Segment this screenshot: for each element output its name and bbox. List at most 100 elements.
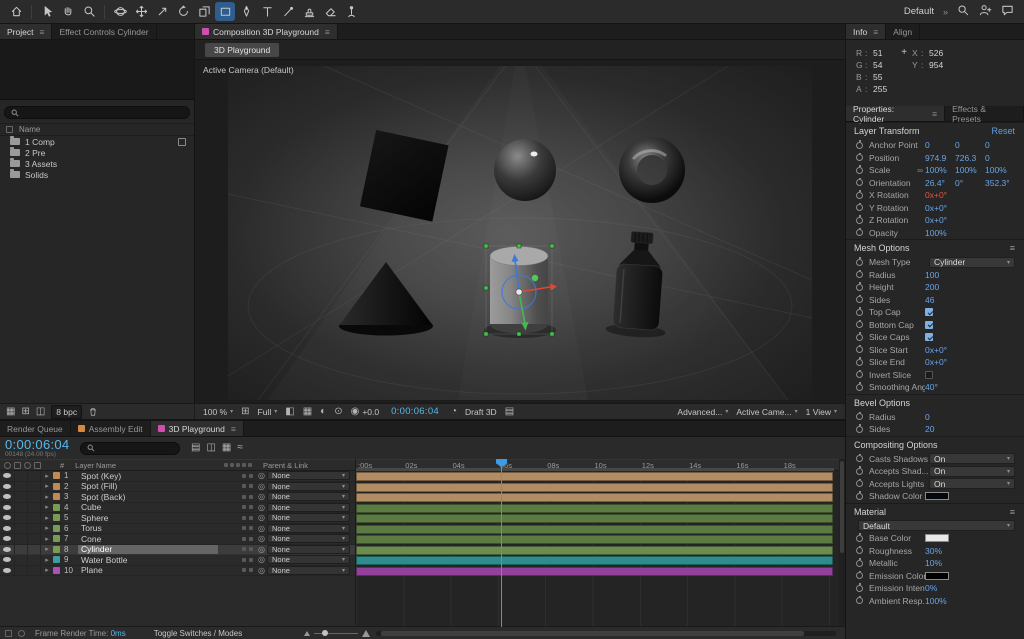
transform-row[interactable]: Anchor Point ∞ 0 0 0: [846, 139, 1024, 152]
lock-toggle[interactable]: [28, 566, 41, 576]
layer-switches[interactable]: [218, 516, 256, 520]
project-item[interactable]: Solids: [0, 169, 194, 180]
timeline-vertical-scrollbar[interactable]: [839, 459, 845, 626]
layer-name[interactable]: Cylinder: [78, 545, 218, 555]
lock-toggle[interactable]: [28, 545, 41, 555]
expand-arrow-icon[interactable]: ▸: [41, 493, 53, 501]
lock-toggle[interactable]: [28, 482, 41, 492]
visibility-toggle[interactable]: [0, 492, 15, 502]
layer-duration-bar[interactable]: [356, 514, 833, 523]
layer-switches[interactable]: [218, 568, 256, 572]
project-search-input[interactable]: [23, 108, 183, 117]
stopwatch-icon[interactable]: [856, 413, 863, 420]
work-area-bar[interactable]: [356, 468, 834, 471]
lock-toggle[interactable]: [28, 534, 41, 544]
property-value[interactable]: 100%: [925, 165, 955, 175]
camera-view-dropdown[interactable]: Active Came...▾: [736, 407, 797, 417]
panel-tab[interactable]: Project ≡: [0, 24, 52, 39]
lock-toggle[interactable]: [28, 555, 41, 565]
panel-tab[interactable]: Properties: Cylinder ≡: [846, 106, 945, 121]
pick-whip-icon[interactable]: ◎: [256, 555, 267, 564]
rotate-tool-icon[interactable]: [173, 2, 193, 21]
panel-tab[interactable]: Info ≡: [846, 24, 886, 39]
panel-menu-icon[interactable]: ≡: [932, 109, 937, 119]
project-item[interactable]: 2 Pre: [0, 147, 194, 158]
layer-name[interactable]: Spot (Back): [78, 492, 218, 502]
expand-arrow-icon[interactable]: ▸: [41, 472, 53, 480]
workspace-selector[interactable]: Default: [904, 6, 934, 17]
label-color-chip[interactable]: [53, 483, 60, 490]
pick-whip-icon[interactable]: ◎: [256, 503, 267, 512]
magnification-dropdown[interactable]: 100 %▾: [203, 407, 233, 417]
snapshot-icon[interactable]: ◔: [451, 407, 457, 417]
stopwatch-icon[interactable]: [856, 229, 863, 236]
stopwatch-icon[interactable]: [856, 585, 863, 592]
resolution-dropdown[interactable]: Full▾: [258, 407, 278, 417]
audio-toggle[interactable]: [15, 513, 28, 523]
pick-whip-icon[interactable]: ◎: [256, 566, 267, 575]
property-value[interactable]: 100%: [925, 228, 955, 238]
stopwatch-icon[interactable]: [856, 284, 863, 291]
layer-row[interactable]: ▸ 5 Sphere ◎ None▾: [0, 513, 355, 524]
section-menu-icon[interactable]: ≡: [1010, 507, 1015, 517]
stopwatch-icon[interactable]: [856, 346, 863, 353]
layer-switches[interactable]: [218, 495, 256, 499]
stopwatch-icon[interactable]: [856, 597, 863, 604]
label-color-chip[interactable]: [53, 504, 60, 511]
region-of-interest-icon[interactable]: ◧: [285, 407, 294, 417]
stopwatch-icon[interactable]: [856, 455, 863, 462]
visibility-toggle[interactable]: [0, 566, 15, 576]
property-value[interactable]: 0: [925, 412, 955, 422]
rectangle-tool-icon[interactable]: [215, 2, 235, 21]
layer-switches[interactable]: [218, 547, 256, 551]
panel-tab[interactable]: Effects & Presets ≡: [945, 106, 1024, 121]
layer-duration-bar[interactable]: [356, 567, 833, 576]
label-color-chip[interactable]: [53, 567, 60, 574]
audio-toggle[interactable]: [15, 503, 28, 513]
puppet-pin-tool-icon[interactable]: [341, 2, 361, 21]
renderer-dropdown[interactable]: Advanced...▾: [677, 407, 728, 417]
clone-stamp-tool-icon[interactable]: [299, 2, 319, 21]
timeline-tab[interactable]: 3D Playground ≡: [151, 421, 244, 436]
share-user-icon[interactable]: [979, 4, 992, 19]
layer-duration-bar[interactable]: [356, 556, 833, 565]
pick-whip-icon[interactable]: ◎: [256, 482, 267, 491]
section-menu-icon[interactable]: ≡: [1010, 243, 1015, 253]
timeline-graph-area[interactable]: :00s02s04s06s08s10s12s14s16s18s: [355, 459, 839, 627]
layer-row[interactable]: ▸ 3 Spot (Back) ◎ None▾: [0, 492, 355, 503]
pen-tool-icon[interactable]: [236, 2, 256, 21]
expand-arrow-icon[interactable]: ▸: [41, 535, 53, 543]
layer-name[interactable]: Plane: [78, 566, 218, 576]
layer-row[interactable]: ▸ 8 Cylinder ◎ None▾: [0, 545, 355, 556]
project-search[interactable]: [4, 106, 190, 119]
stopwatch-icon[interactable]: [856, 384, 863, 391]
property-value[interactable]: 46: [925, 295, 955, 305]
timeline-search-input[interactable]: [99, 444, 173, 453]
layer-name[interactable]: Water Bottle: [78, 555, 218, 565]
base-color-swatch[interactable]: [925, 534, 949, 542]
top-cap-checkbox[interactable]: [925, 308, 933, 316]
audio-toggle[interactable]: [15, 566, 28, 576]
renderer-icon[interactable]: ▤: [505, 407, 514, 417]
composition-canvas[interactable]: [228, 66, 812, 400]
stopwatch-icon[interactable]: [856, 259, 863, 266]
audio-toggle[interactable]: [15, 545, 28, 555]
layer-row[interactable]: ▸ 9 Water Bottle ◎ None▾: [0, 555, 355, 566]
parent-dropdown[interactable]: None▾: [267, 545, 350, 554]
expand-arrow-icon[interactable]: ▸: [41, 545, 53, 553]
layer-row[interactable]: ▸ 6 Torus ◎ None▾: [0, 524, 355, 535]
composition-viewer[interactable]: Active Camera (Default): [195, 60, 845, 403]
property-value[interactable]: 0: [985, 140, 1015, 150]
layer-row[interactable]: ▸ 2 Spot (Fill) ◎ None▾: [0, 482, 355, 493]
render-automation-icon[interactable]: [5, 630, 12, 637]
layer-row[interactable]: ▸ 4 Cube ◎ None▾: [0, 503, 355, 514]
stopwatch-icon[interactable]: [856, 217, 863, 224]
zoom-in-icon[interactable]: [362, 630, 370, 637]
layer-row[interactable]: ▸ 1 Spot (Key) ◎ None▾: [0, 471, 355, 482]
link-icon[interactable]: ∞: [917, 166, 923, 175]
layer-duration-bar[interactable]: [356, 472, 833, 481]
layer-duration-bar[interactable]: [356, 525, 833, 534]
layer-name[interactable]: Torus: [78, 524, 218, 534]
property-value[interactable]: 26.4°: [925, 178, 955, 188]
view-layout-dropdown[interactable]: 1 View▾: [806, 407, 837, 417]
